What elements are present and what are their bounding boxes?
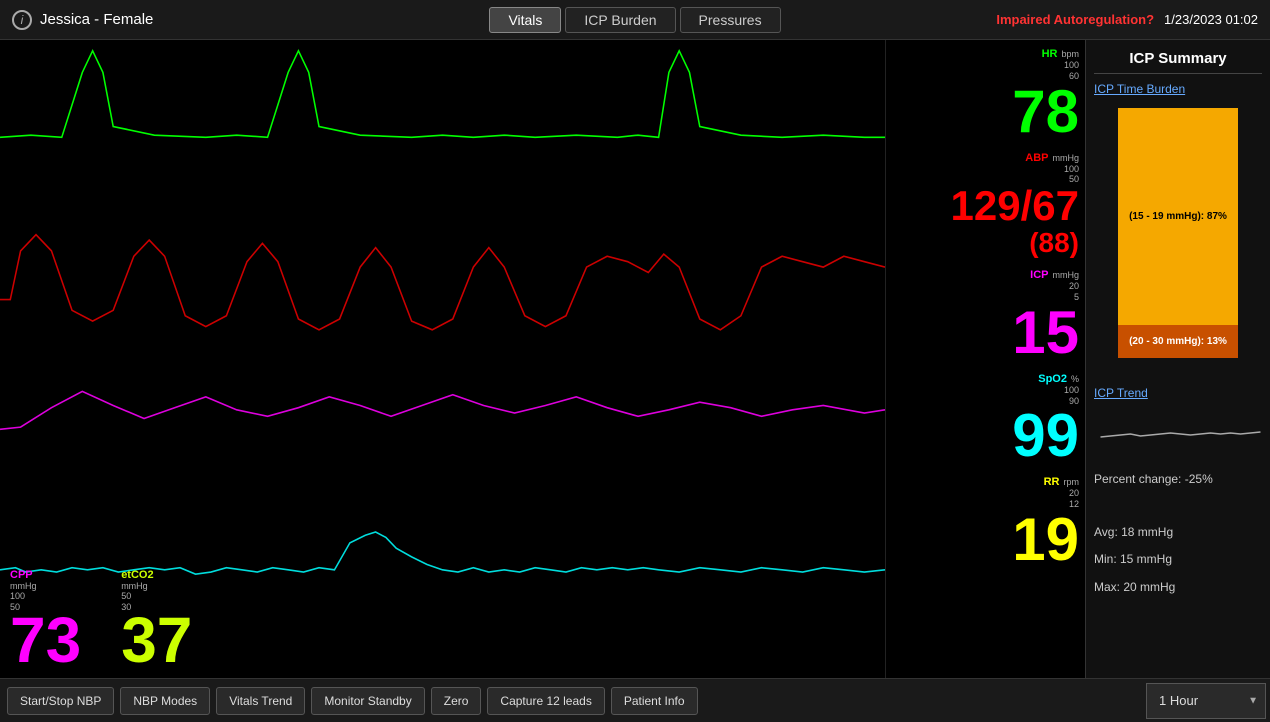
icp-panel-title: ICP Summary [1094,50,1262,74]
spo2-block: SpO2 % 10090 99 [892,373,1079,471]
vitals-trend-button[interactable]: Vitals Trend [216,687,305,715]
bar-label-very-high: (20 - 30 mmHg): 13% [1125,332,1231,351]
abp-block: ABP mmHg 10050 129/67 (88) [892,152,1079,264]
main-content: CPP mmHg 10050 73 etCO2 mmHg 5030 37 HR … [0,40,1270,678]
icp-trend-chart [1094,412,1262,462]
header-right: Impaired Autoregulation? 1/23/2023 01:02 [781,12,1258,27]
abp-value: 129/67 [951,185,1079,227]
etco2-label: etCO2 [121,569,192,581]
icp-avg: Avg: 18 mmHg [1094,523,1262,542]
icp-trend-label: ICP Trend [1094,386,1262,400]
icp-summary-panel: ICP Summary ICP Time Burden (15 - 19 mmH… [1085,40,1270,678]
hr-unit: bpm [1061,49,1079,59]
icp-name: ICP [1030,269,1048,281]
info-icon[interactable]: i [12,10,32,30]
etco2-unit: mmHg [121,581,192,591]
icp-unit: mmHg [1053,270,1080,280]
hr-value: 78 [1012,82,1079,142]
icp-max: Max: 20 mmHg [1094,578,1262,597]
zero-button[interactable]: Zero [431,687,482,715]
hour-select-container: 1 Hour 2 Hours 4 Hours 8 Hours 12 Hours … [1146,683,1266,719]
hr-block: HR bpm 10060 78 [892,48,1079,146]
icp-min: Min: 15 mmHg [1094,550,1262,569]
percent-change: Percent change: -25% [1094,470,1262,489]
header-left: i Jessica - Female [12,10,489,30]
spo2-value: 99 [1012,406,1079,466]
tab-icp-burden[interactable]: ICP Burden [565,7,675,33]
patient-name: Jessica - Female [40,11,153,28]
rr-value: 19 [1012,510,1079,570]
monitor-standby-button[interactable]: Monitor Standby [311,687,424,715]
header-tabs: Vitals ICP Burden Pressures [489,7,780,33]
cpp-value: 73 [10,612,81,670]
datetime: 1/23/2023 01:02 [1164,12,1258,27]
abp-name: ABP [1025,152,1048,164]
abp-sub: (88) [1029,227,1079,259]
vitals-sidebar: HR bpm 10060 78 ABP mmHg 10050 129/67 (8… [885,40,1085,678]
icp-bar-chart: (15 - 19 mmHg): 87% (20 - 30 mmHg): 13% [1094,108,1262,378]
bar-segment-high: (15 - 19 mmHg): 87% [1118,108,1238,325]
waveform-area: CPP mmHg 10050 73 etCO2 mmHg 5030 37 [0,40,885,678]
bar-segment-very-high: (20 - 30 mmHg): 13% [1118,325,1238,358]
capture-12-leads-button[interactable]: Capture 12 leads [487,687,604,715]
icp-value: 15 [1012,303,1079,363]
bar-label-high: (15 - 19 mmHg): 87% [1125,207,1231,226]
icp-block: ICP mmHg 205 15 [892,269,1079,367]
header: i Jessica - Female Vitals ICP Burden Pre… [0,0,1270,40]
cpp-label: CPP [10,569,81,581]
icp-bar-container: (15 - 19 mmHg): 87% (20 - 30 mmHg): 13% [1118,108,1238,358]
bottom-vitals-bar: CPP mmHg 10050 73 etCO2 mmHg 5030 37 [0,588,885,678]
abp-unit: mmHg [1053,153,1080,163]
hr-name: HR [1042,48,1058,60]
impaired-autoregulation-badge: Impaired Autoregulation? [996,12,1154,27]
cpp-vital-block: CPP mmHg 10050 73 [10,569,81,670]
start-stop-nbp-button[interactable]: Start/Stop NBP [7,687,114,715]
nbp-modes-button[interactable]: NBP Modes [120,687,210,715]
rr-block: RR rpm 2012 19 [892,476,1079,574]
rr-name: RR [1044,476,1060,488]
rr-unit: rpm [1064,477,1080,487]
tab-vitals[interactable]: Vitals [489,7,561,33]
footer-toolbar: Start/Stop NBP NBP Modes Vitals Trend Mo… [0,678,1270,722]
hour-select-wrapper: 1 Hour 2 Hours 4 Hours 8 Hours 12 Hours … [1146,683,1266,719]
tab-pressures[interactable]: Pressures [680,7,781,33]
hour-select[interactable]: 1 Hour 2 Hours 4 Hours 8 Hours 12 Hours … [1146,683,1266,719]
cpp-unit: mmHg [10,581,81,591]
spo2-name: SpO2 [1038,373,1067,385]
patient-info-button[interactable]: Patient Info [611,687,698,715]
etco2-vital-block: etCO2 mmHg 5030 37 [121,569,192,670]
spo2-unit: % [1071,374,1079,384]
icp-time-burden-label: ICP Time Burden [1094,82,1262,96]
etco2-value: 37 [121,612,192,670]
